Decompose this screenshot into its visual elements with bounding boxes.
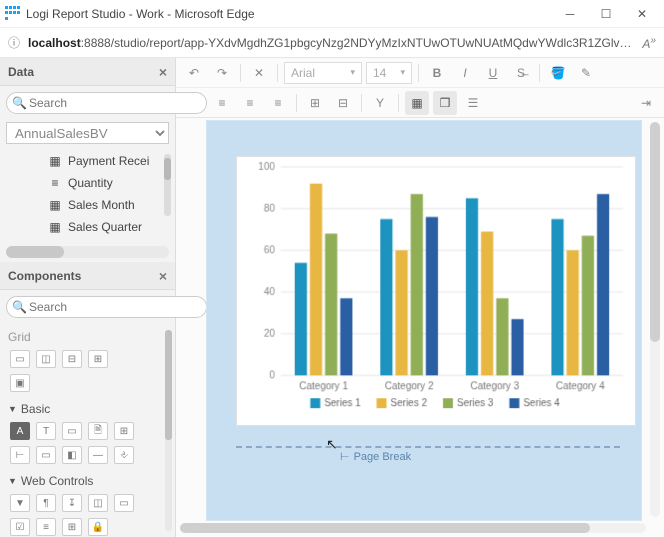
data-tree-scrollbar[interactable] (164, 154, 171, 216)
components-panel-header: Components × (0, 262, 175, 290)
close-data-panel-icon[interactable]: × (159, 64, 167, 80)
field-label: Payment Recei (68, 154, 149, 168)
field-item[interactable]: ▦ Sales Quarter (0, 216, 175, 238)
grid-cell-icon[interactable]: ▭ (10, 350, 30, 368)
mouse-cursor-icon: ↖ (326, 436, 338, 453)
url-text[interactable]: localhost:8888/studio/report/app-YXdvMgd… (28, 36, 634, 50)
left-sidebar: Data × 🔍 ••• AnnualSalesBV ▦ Payment Rec… (0, 58, 176, 537)
read-aloud-icon[interactable]: A» (642, 35, 656, 51)
report-canvas[interactable]: ⊢Page Break ↖ (176, 118, 664, 537)
field-item[interactable]: ▦ Sales Month (0, 194, 175, 216)
table-icon[interactable]: ⊞ (114, 422, 134, 440)
nav-icon[interactable]: ≡ (36, 518, 56, 536)
table-icon: ▦ (48, 154, 62, 168)
minimize-button[interactable]: ─ (552, 0, 588, 27)
bold-button[interactable]: B (425, 61, 449, 85)
align-center-button[interactable]: ≡ (210, 91, 234, 115)
field-item[interactable]: ▦ Payment Recei (0, 150, 175, 172)
components-scrollbar[interactable] (165, 330, 172, 531)
data-search-input[interactable] (6, 92, 207, 114)
window-title: Logi Report Studio - Work - Microsoft Ed… (26, 7, 552, 21)
toolbar-primary: ↶ ↷ ✕ Arial▾ 14▾ B I U S̶ 🪣 ✎ (176, 58, 664, 88)
table-icon: ▦ (48, 220, 62, 234)
list-icon: ≡ (48, 176, 62, 190)
app-icon (4, 6, 20, 22)
page-break-marker[interactable]: ⊢Page Break (236, 446, 620, 448)
fgcolor-button[interactable]: ✎ (574, 61, 598, 85)
text-label-icon[interactable]: A (10, 422, 30, 440)
field-item[interactable]: ≡ Quantity (0, 172, 175, 194)
data-tree-hscroll[interactable] (6, 246, 169, 258)
grid-panel-icon[interactable]: ◫ (36, 350, 56, 368)
field-label: Quantity (68, 176, 113, 190)
search-icon: 🔍 (12, 96, 27, 110)
italic-button[interactable]: I (453, 61, 477, 85)
grid-header-icon[interactable]: ⊟ (62, 350, 82, 368)
group-basic[interactable]: ▼Basic (6, 396, 169, 420)
gamma-button[interactable]: Y (368, 91, 392, 115)
split-button[interactable]: ⊟ (331, 91, 355, 115)
window-titlebar: Logi Report Studio - Work - Microsoft Ed… (0, 0, 664, 28)
close-window-button[interactable]: ✕ (624, 0, 660, 27)
group-grid[interactable]: Grid (6, 324, 169, 348)
toolbar-secondary: ≡ ≡ ≡ ≡ ⊞ ⊟ Y ▦ ❒ ☰ ⇥ (176, 88, 664, 118)
undo-button[interactable]: ↶ (182, 61, 206, 85)
pagebreak-icon[interactable]: ⊢ (10, 446, 30, 464)
components-panel-title: Components (8, 269, 81, 283)
canvas-hscrollbar[interactable] (180, 523, 646, 533)
underline-button[interactable]: U (481, 61, 505, 85)
align-justify-button[interactable]: ≡ (266, 91, 290, 115)
font-size-select[interactable]: 14▾ (366, 62, 412, 84)
paragraph-icon[interactable]: ¶ (36, 494, 56, 512)
site-info-icon[interactable]: ⓘ (8, 34, 20, 51)
data-field-tree: ▦ Payment Recei ≡ Quantity ▦ Sales Month… (0, 150, 175, 246)
pagebreak-label: Page Break (354, 450, 411, 464)
window-icon[interactable]: ▭ (36, 446, 56, 464)
checkbox-icon[interactable]: ☑ (10, 518, 30, 536)
view-grid-button[interactable]: ▦ (405, 91, 429, 115)
grid-tab-icon[interactable]: ⊞ (88, 350, 108, 368)
editor-area: ↶ ↷ ✕ Arial▾ 14▾ B I U S̶ 🪣 ✎ ≡ ≡ ≡ ≡ ⊞ … (176, 58, 664, 537)
panel-icon[interactable]: ◧ (62, 446, 82, 464)
grid-misc-icon[interactable]: ▣ (10, 374, 30, 392)
redo-button[interactable]: ↷ (210, 61, 234, 85)
image-icon[interactable]: ▭ (62, 422, 82, 440)
close-components-panel-icon[interactable]: × (159, 268, 167, 284)
sort-icon[interactable]: ↧ (62, 494, 82, 512)
chart-component[interactable] (236, 156, 636, 426)
merge-button[interactable]: ⊞ (303, 91, 327, 115)
select-icon[interactable]: ▭ (114, 494, 134, 512)
strike-button[interactable]: S̶ (509, 61, 533, 85)
canvas-vscrollbar[interactable] (650, 122, 660, 517)
table-icon: ▦ (48, 198, 62, 212)
data-panel-title: Data (8, 65, 34, 79)
group-icon[interactable]: ⊞ (62, 518, 82, 536)
bgcolor-button[interactable]: 🪣 (546, 61, 570, 85)
doc-icon[interactable]: 🗎 (88, 422, 108, 440)
group-web-controls[interactable]: ▼Web Controls (6, 468, 169, 492)
browser-address-bar: ⓘ localhost:8888/studio/report/app-YXdvM… (0, 28, 664, 58)
view-list-button[interactable]: ☰ (461, 91, 485, 115)
anchor-icon[interactable]: ⎀ (114, 446, 134, 464)
lock-icon[interactable]: 🔒 (88, 518, 108, 536)
font-family-select[interactable]: Arial▾ (284, 62, 362, 84)
field-label: Sales Quarter (68, 220, 142, 234)
align-right-button[interactable]: ≡ (238, 91, 262, 115)
pagebreak-icon: ⊢ (340, 450, 350, 464)
remove-button[interactable]: ✕ (247, 61, 271, 85)
maximize-button[interactable]: ☐ (588, 0, 624, 27)
export-button[interactable]: ⇥ (634, 91, 658, 115)
filter-icon[interactable]: ▼ (10, 494, 30, 512)
view-3d-button[interactable]: ❒ (433, 91, 457, 115)
data-panel-header: Data × (0, 58, 175, 86)
text-field-icon[interactable]: T (36, 422, 56, 440)
field-label: Sales Month (68, 198, 135, 212)
search-icon: 🔍 (12, 300, 27, 314)
widget-icon[interactable]: ◫ (88, 494, 108, 512)
dataset-select[interactable]: AnnualSalesBV (6, 122, 169, 144)
line-icon[interactable]: — (88, 446, 108, 464)
